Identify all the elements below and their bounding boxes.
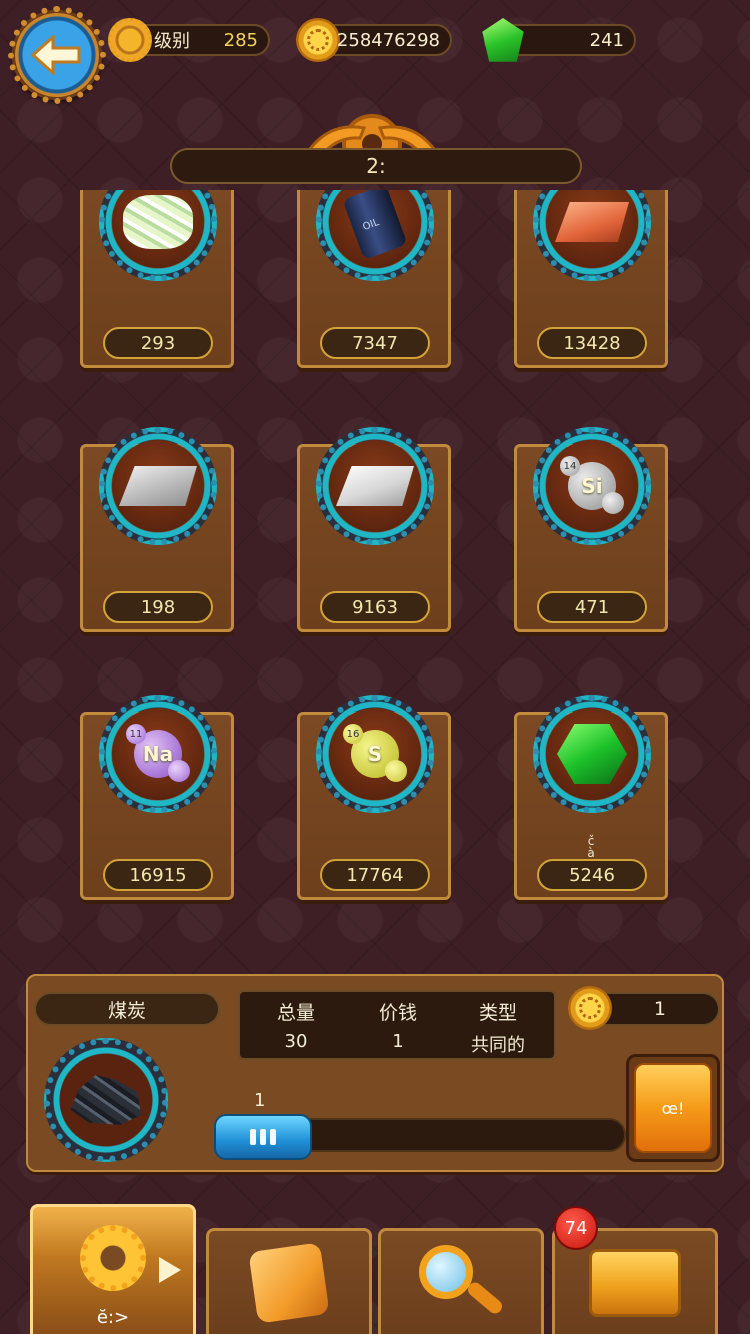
item-count: 13428 (537, 327, 647, 359)
crystal-ore-icon (123, 195, 193, 249)
atomic-number: 14 (560, 456, 580, 476)
oil-barrel-icon (342, 190, 408, 260)
level-value: 285 (223, 29, 258, 51)
type-label: 类型 (478, 1002, 517, 1024)
inventory-item-card[interactable]: č à 5246 (514, 695, 668, 900)
page-title-text: 2: (366, 154, 386, 178)
item-frame (533, 695, 651, 813)
item-count: 16915 (103, 859, 213, 891)
item-frame (99, 427, 217, 545)
type-column: 类型 共同的 (448, 998, 548, 1057)
silver-ingot-icon (119, 466, 197, 506)
price-value: 1 (392, 1031, 404, 1052)
item-count: 9163 (320, 591, 430, 623)
inventory-item-card[interactable]: 7347 (297, 190, 451, 368)
price-label: 价钱 (378, 1002, 417, 1024)
coin-icon (296, 18, 340, 62)
magnifier-icon (415, 1243, 507, 1323)
sell-button[interactable]: œ! (626, 1054, 720, 1162)
item-name-text: 煤炭 (107, 999, 146, 1022)
coin-icon (568, 986, 612, 1030)
inventory-item-card[interactable]: 293 (80, 190, 234, 368)
sell-total-value: 1 (653, 998, 666, 1020)
gear-icon (80, 1224, 146, 1291)
page-title: 2: (170, 148, 582, 184)
coal-icon (71, 1075, 141, 1125)
sell-button-face: œ! (634, 1063, 712, 1153)
item-count: 471 (537, 591, 647, 623)
copper-ingot-icon (555, 202, 629, 242)
level-indicator: 级别 285 (108, 18, 270, 62)
inventory-grid: 293 7347 13428 198 9163 Si 14 471 Na 11 (0, 190, 750, 940)
treasure-chest-icon (589, 1248, 681, 1317)
inventory-item-card[interactable]: Na 11 16915 (80, 695, 234, 900)
silicon-atom-icon: Si 14 (558, 456, 626, 516)
tab-settings[interactable]: ĕ:> (30, 1204, 196, 1334)
item-frame (316, 427, 434, 545)
item-count: 198 (103, 591, 213, 623)
gold-value: 258476298 (336, 29, 440, 51)
item-detail-panel: 煤炭 总量 30 价钱 1 类型 共同的 1 1 œ! (26, 974, 724, 1172)
platinum-ingot-icon (336, 466, 414, 506)
total-value: 30 (284, 1031, 308, 1052)
item-frame: Na 11 (99, 695, 217, 813)
gem-counter[interactable]: 241 (482, 18, 636, 62)
total-label: 总量 (276, 1002, 315, 1024)
total-column: 总量 30 (246, 998, 346, 1052)
inventory-item-card[interactable]: S 16 17764 (297, 695, 451, 900)
atomic-number: 11 (126, 724, 146, 744)
sell-button-label: œ! (661, 1098, 685, 1118)
item-frame (99, 190, 217, 281)
notification-count: 74 (564, 1217, 588, 1239)
level-label: 级别 (154, 31, 190, 52)
item-count: 7347 (320, 327, 430, 359)
dice-icon (248, 1241, 330, 1324)
inventory-item-card[interactable]: 13428 (514, 190, 668, 368)
sulfur-atom-icon: S 16 (341, 724, 409, 784)
gem-icon (482, 18, 524, 62)
selected-item-frame (44, 1038, 168, 1162)
item-name: 煤炭 (34, 992, 220, 1026)
price-column: 价钱 1 (348, 998, 448, 1052)
item-count: 5246 (537, 859, 647, 891)
item-info-box: 总量 30 价钱 1 类型 共同的 (238, 990, 556, 1060)
inventory-item-card[interactable]: 198 (80, 427, 234, 632)
emerald-icon (557, 724, 627, 784)
quantity-value: 1 (254, 1090, 266, 1111)
back-button[interactable] (8, 6, 106, 104)
tab-dice[interactable] (206, 1228, 372, 1334)
gold-counter[interactable]: 258476298 (296, 18, 452, 62)
item-count: 17764 (320, 859, 430, 891)
play-arrow-icon (159, 1257, 181, 1283)
item-subtext: č à (587, 834, 595, 860)
item-frame: Si 14 (533, 427, 651, 545)
item-frame (316, 190, 434, 281)
tab-settings-label: ĕ:> (96, 1307, 130, 1328)
sodium-atom-icon: Na 11 (124, 724, 192, 784)
item-frame: S 16 (316, 695, 434, 813)
gem-value: 241 (589, 29, 624, 51)
gear-icon (108, 18, 152, 62)
quantity-slider-thumb[interactable] (214, 1114, 312, 1160)
tab-search[interactable] (378, 1228, 544, 1334)
inventory-item-card[interactable]: 9163 (297, 427, 451, 632)
item-count: 293 (103, 327, 213, 359)
inventory-item-card[interactable]: Si 14 471 (514, 427, 668, 632)
gear-frame-decoration (8, 6, 106, 104)
atomic-number: 16 (343, 724, 363, 744)
type-value: 共同的 (471, 1035, 525, 1056)
notification-badge: 74 (554, 1206, 598, 1250)
item-frame (533, 190, 651, 281)
